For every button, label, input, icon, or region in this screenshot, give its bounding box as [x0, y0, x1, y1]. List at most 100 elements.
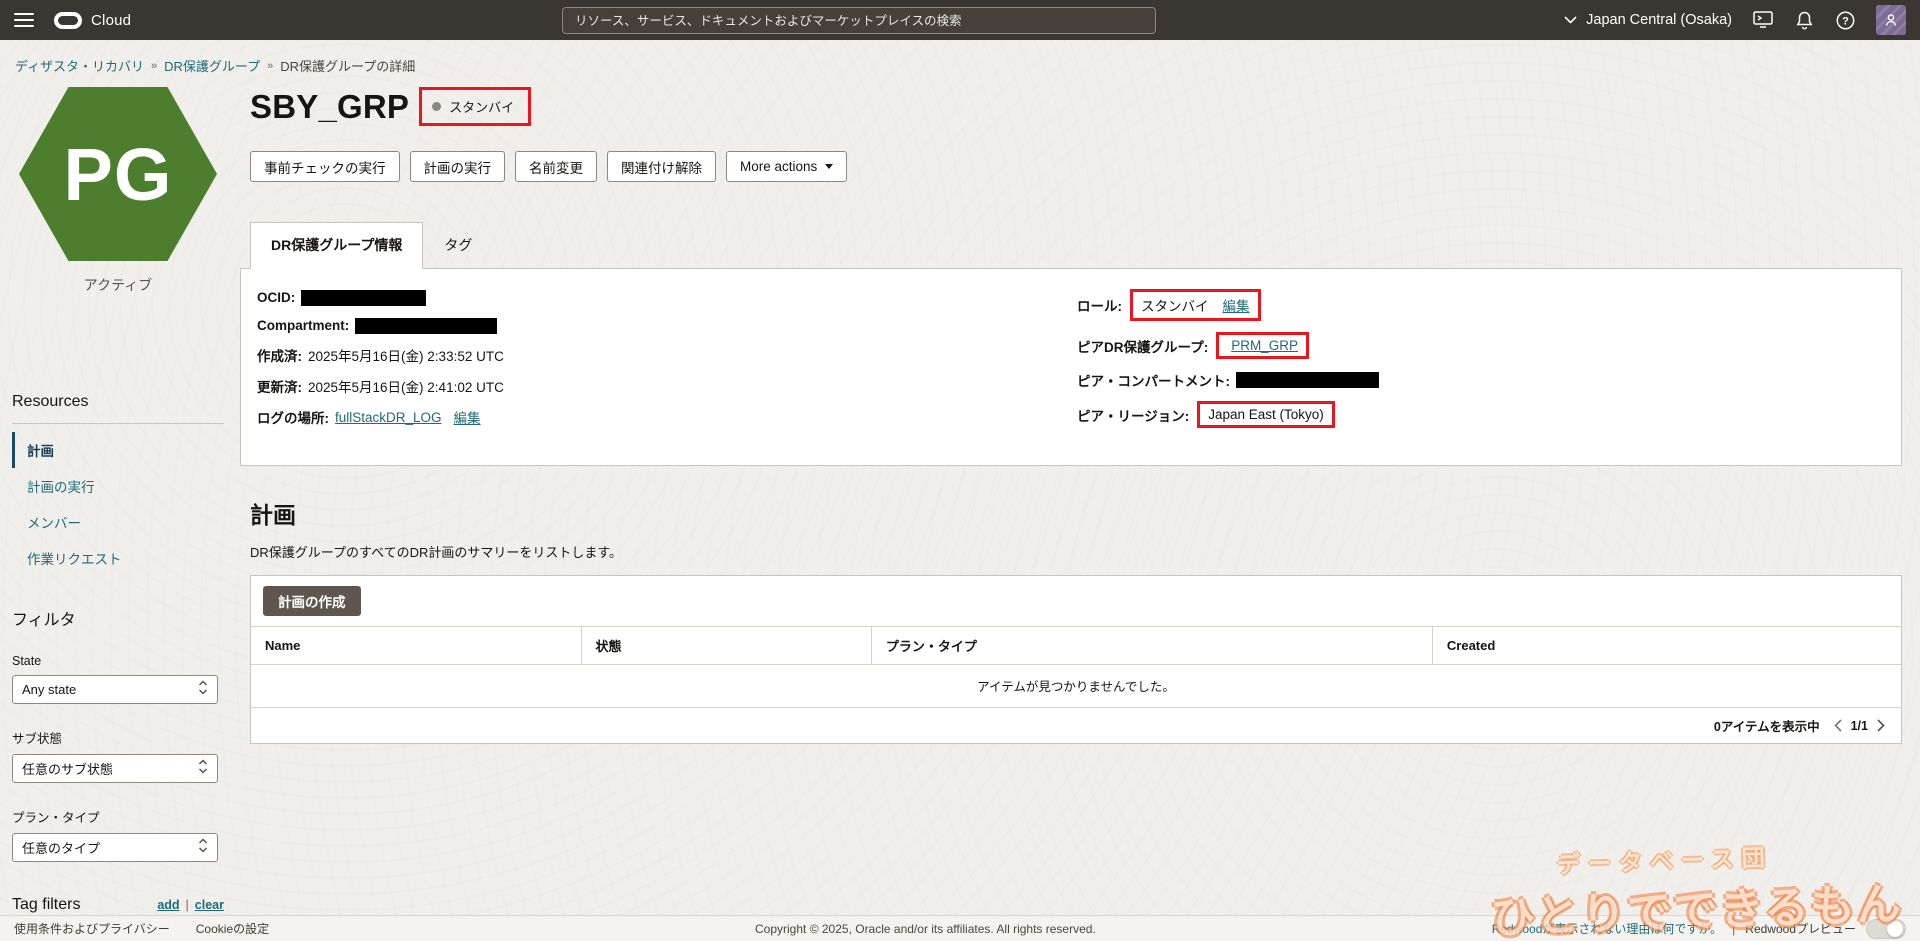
plans-table-card: 計画の作成 Name 状態 プラン・タイプ Created アイテムが見つかりま… — [250, 575, 1902, 744]
tag-filters-add-link[interactable]: add — [157, 898, 179, 912]
sidebar-item-plan-executions[interactable]: 計画の実行 — [12, 468, 224, 504]
column-header-state[interactable]: 状態 — [581, 627, 871, 665]
plans-table: Name 状態 プラン・タイプ Created — [251, 627, 1901, 665]
pagination-prev-icon[interactable] — [1834, 719, 1842, 732]
breadcrumb-separator: » — [151, 60, 157, 72]
resources-heading: Resources — [12, 393, 224, 411]
run-prechecks-button[interactable]: 事前チェックの実行 — [250, 151, 400, 182]
footer-separator: | — [1732, 922, 1735, 936]
breadcrumb-current: DR保護グループの詳細 — [280, 56, 415, 75]
state-select-value: Any state — [22, 682, 198, 697]
footer-copyright: Copyright © 2025, Oracle and/or its affi… — [755, 922, 1096, 936]
toggle-knob — [1887, 921, 1903, 937]
column-header-plan-type[interactable]: プラン・タイプ — [871, 627, 1432, 665]
updated-row: 更新済: 2025年5月16日(金) 2:41:02 UTC — [257, 376, 1077, 396]
updated-label: 更新済: — [257, 376, 302, 396]
role-edit-link[interactable]: 編集 — [1223, 295, 1250, 315]
peer-compartment-redacted-value — [1236, 372, 1379, 388]
notifications-bell-icon[interactable] — [1794, 10, 1814, 30]
breadcrumb-disaster-recovery[interactable]: ディザスタ・リカバリ — [15, 56, 144, 75]
breadcrumb: ディザスタ・リカバリ » DR保護グループ » DR保護グループの詳細 — [0, 40, 1920, 75]
footer: 使用条件およびプライバシー Cookieの設定 Copyright © 2025… — [0, 915, 1920, 941]
hamburger-menu-icon[interactable] — [14, 13, 34, 27]
topbar-right-group: Japan Central (Osaka) ? — [1564, 5, 1906, 35]
sidebar: PG アクティブ Resources 計画 計画の実行 メンバー 作業リクエスト… — [12, 75, 224, 941]
log-location-edit-link[interactable]: 編集 — [454, 407, 481, 427]
oracle-logo-icon[interactable] — [54, 12, 82, 29]
filter-state: State Any state — [12, 654, 224, 704]
peer-region-row: ピア・リージョン: Japan East (Tokyo) — [1077, 401, 1885, 428]
rename-button[interactable]: 名前変更 — [515, 151, 597, 182]
execute-plan-button[interactable]: 計画の実行 — [410, 151, 506, 182]
title-row: SBY_GRP スタンバイ — [240, 87, 1902, 126]
plans-section-description: DR保護グループのすべてのDR計画のサマリーをリストします。 — [240, 542, 1902, 561]
sidebar-item-plans[interactable]: 計画 — [12, 432, 224, 468]
column-header-created[interactable]: Created — [1432, 627, 1901, 665]
svg-text:?: ? — [1842, 15, 1849, 27]
plans-pagination: 0アイテムを表示中 1/1 — [251, 708, 1901, 743]
disassociate-button[interactable]: 関連付け解除 — [607, 151, 716, 182]
pagination-page-indicator: 1/1 — [1851, 719, 1868, 733]
peer-group-row: ピアDR保護グループ: PRM_GRP — [1077, 332, 1885, 359]
peer-group-link[interactable]: PRM_GRP — [1231, 338, 1298, 353]
sidebar-item-work-requests[interactable]: 作業リクエスト — [12, 540, 224, 576]
redwood-preview-toggle[interactable] — [1866, 919, 1906, 939]
peer-compartment-row: ピア・コンパートメント: — [1077, 370, 1885, 390]
created-label: 作成済: — [257, 345, 302, 365]
tab-tags[interactable]: タグ — [423, 222, 493, 268]
breadcrumb-dr-protection-groups[interactable]: DR保護グループ — [164, 56, 260, 75]
cloud-shell-icon[interactable] — [1753, 10, 1773, 30]
log-location-link[interactable]: fullStackDR_LOG — [335, 410, 442, 425]
pg-hexagon-icon: PG — [19, 87, 217, 261]
action-buttons-row: 事前チェックの実行 計画の実行 名前変更 関連付け解除 More actions — [240, 151, 1902, 182]
compartment-row: Compartment: — [257, 317, 1077, 334]
ocid-row: OCID: — [257, 289, 1077, 306]
caret-down-icon — [825, 164, 833, 169]
peer-region-value: Japan East (Tokyo) — [1208, 407, 1324, 422]
footer-terms-link[interactable]: 使用条件およびプライバシー — [14, 920, 170, 937]
plans-table-header-row: Name 状態 プラン・タイプ Created — [251, 627, 1901, 665]
chevron-down-icon — [1564, 11, 1577, 29]
resource-state-label: アクティブ — [12, 275, 224, 295]
pg-hexagon-label: PG — [64, 132, 173, 217]
create-plan-button[interactable]: 計画の作成 — [263, 586, 361, 616]
user-avatar[interactable] — [1876, 5, 1906, 35]
region-selector[interactable]: Japan Central (Osaka) — [1564, 11, 1732, 29]
status-badge: スタンバイ — [449, 97, 514, 116]
select-stepper-icon — [198, 837, 208, 859]
search-input[interactable] — [562, 7, 1156, 34]
tag-filters-clear-link[interactable]: clear — [195, 898, 224, 912]
brand-label[interactable]: Cloud — [91, 12, 131, 29]
resource-icon-block: PG アクティブ — [12, 75, 224, 295]
help-icon[interactable]: ? — [1835, 10, 1855, 30]
log-location-row: ログの場所: fullStackDR_LOG 編集 — [257, 407, 1077, 427]
sidebar-item-members[interactable]: メンバー — [12, 504, 224, 540]
substate-select[interactable]: 任意のサブ状態 — [12, 754, 218, 783]
state-select[interactable]: Any state — [12, 675, 218, 704]
column-header-name[interactable]: Name — [251, 627, 581, 665]
compartment-redacted-value — [355, 318, 497, 334]
pagination-next-icon[interactable] — [1877, 719, 1885, 732]
filter-state-label: State — [12, 654, 224, 668]
peer-region-label: ピア・リージョン: — [1077, 405, 1189, 425]
tag-filters-heading: Tag filters — [12, 896, 80, 914]
peer-compartment-label: ピア・コンパートメント: — [1077, 370, 1230, 390]
role-value: スタンバイ — [1141, 295, 1209, 315]
global-search — [562, 7, 1156, 34]
annotation-box-peer-group: PRM_GRP — [1216, 332, 1309, 359]
footer-cookie-settings-link[interactable]: Cookieの設定 — [196, 920, 269, 937]
tab-dr-protection-group-info[interactable]: DR保護グループ情報 — [250, 222, 423, 269]
plan-type-select-value: 任意のタイプ — [22, 838, 198, 857]
annotation-box-role: スタンバイ 編集 — [1130, 289, 1261, 321]
ocid-label: OCID: — [257, 290, 295, 305]
more-actions-button[interactable]: More actions — [726, 151, 847, 182]
plans-empty-message: アイテムが見つかりませんでした。 — [251, 665, 1901, 708]
filter-plan-type-label: プラン・タイプ — [12, 807, 224, 826]
page-title: SBY_GRP — [250, 88, 409, 126]
redwood-question-link[interactable]: Redwoodが表示されない理由は何ですか。 — [1492, 920, 1722, 937]
plan-type-select[interactable]: 任意のタイプ — [12, 833, 218, 862]
breadcrumb-separator: » — [267, 60, 273, 72]
peer-group-label: ピアDR保護グループ: — [1077, 336, 1208, 356]
select-stepper-icon — [198, 679, 208, 701]
redwood-preview-label: Redwoodプレビュー — [1745, 920, 1856, 937]
